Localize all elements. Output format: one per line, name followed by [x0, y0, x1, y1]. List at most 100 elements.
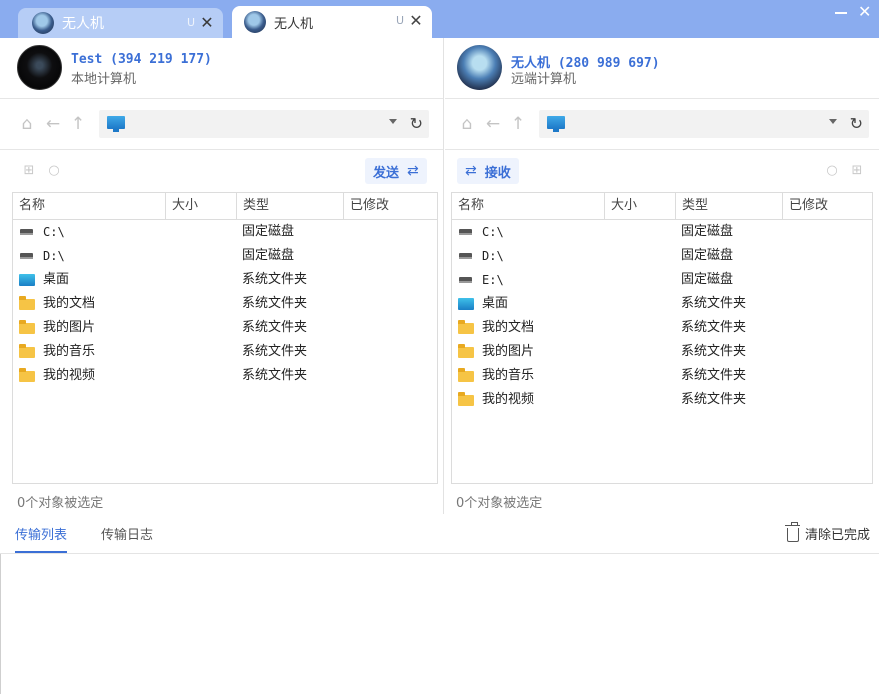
receive-button[interactable]: ⇄ 接收: [457, 158, 519, 184]
file-type: 固定磁盘: [242, 224, 295, 239]
file-name: 桌面: [43, 272, 70, 287]
file-row[interactable]: C:\ 固定磁盘: [452, 220, 872, 244]
file-type: 系统文件夹: [681, 296, 747, 311]
file-row[interactable]: 我的图片 系统文件夹: [452, 340, 872, 364]
file-name: 我的音乐: [43, 344, 96, 359]
file-row[interactable]: C:\ 固定磁盘: [13, 220, 437, 244]
tab-title: 无人机: [274, 16, 314, 32]
chevron-down-icon[interactable]: [829, 119, 837, 124]
send-button-label: 发送: [373, 165, 400, 181]
file-type: 系统文件夹: [681, 344, 747, 359]
file-type: 系统文件夹: [242, 368, 308, 383]
back-arrow-icon[interactable]: ←: [44, 115, 62, 133]
folder-icon: [458, 344, 474, 358]
chevron-down-icon[interactable]: [389, 119, 397, 124]
tab-title: 无人机: [62, 16, 104, 32]
column-modified[interactable]: 已修改: [344, 193, 437, 219]
file-name: D:\: [43, 249, 65, 263]
trash-icon: [784, 521, 800, 542]
file-name: 我的图片: [43, 320, 96, 335]
column-type[interactable]: 类型: [676, 193, 783, 219]
up-arrow-icon[interactable]: ↑: [509, 115, 527, 133]
remote-host-bar: 无人机 (280 989 697) 远端计算机: [445, 38, 879, 99]
folder-icon: [458, 392, 474, 406]
tab-session-1[interactable]: 无人机 U ✕: [18, 8, 223, 38]
folder-icon: [19, 344, 35, 358]
remote-host-label: 远端计算机: [511, 72, 577, 87]
file-row[interactable]: 我的视频 系统文件夹: [13, 364, 437, 388]
local-host-bar: Test (394 219 177) 本地计算机: [0, 38, 443, 99]
computer-icon: [107, 116, 125, 132]
file-name: D:\: [482, 249, 504, 263]
tab-session-2[interactable]: 无人机 U ✕: [232, 6, 432, 38]
search-icon[interactable]: ○: [825, 164, 839, 178]
desktop-icon: [458, 298, 474, 310]
clear-completed-button[interactable]: 清除已完成: [784, 521, 870, 543]
up-arrow-icon[interactable]: ↑: [69, 115, 87, 133]
file-row[interactable]: 我的文档 系统文件夹: [13, 292, 437, 316]
column-name[interactable]: 名称: [452, 193, 605, 219]
tab-transfer-list[interactable]: 传输列表: [15, 524, 68, 553]
file-name: 我的视频: [43, 368, 96, 383]
column-name[interactable]: 名称: [13, 193, 166, 219]
column-size[interactable]: 大小: [605, 193, 676, 219]
close-icon[interactable]: ✕: [408, 11, 424, 31]
remote-navbar: ⌂ ← ↑ ↻: [445, 99, 879, 150]
file-row[interactable]: 我的文档 系统文件夹: [452, 316, 872, 340]
new-folder-icon[interactable]: ⊞: [850, 164, 864, 178]
path-dropdown[interactable]: ↻: [99, 110, 429, 138]
file-row[interactable]: 我的视频 系统文件夹: [452, 388, 872, 412]
transfer-arrows-icon: ⇄: [465, 163, 477, 179]
transfer-tabs: 传输列表 传输日志 清除已完成: [0, 514, 879, 554]
local-action-bar: ⊞ ○ 发送 ⇄: [0, 150, 443, 192]
remote-panel: 无人机 (280 989 697) 远端计算机 ⌂ ← ↑ ↻ ⇄ 接收 ○ ⊞…: [445, 38, 879, 514]
local-status: 0个对象被选定: [17, 496, 104, 511]
file-type: 固定磁盘: [681, 224, 734, 239]
minimize-icon[interactable]: [834, 4, 848, 20]
send-button[interactable]: 发送 ⇄: [365, 158, 427, 184]
close-icon[interactable]: ✕: [199, 13, 215, 33]
file-row[interactable]: E:\ 固定磁盘: [452, 268, 872, 292]
tab-transfer-log[interactable]: 传输日志: [101, 524, 153, 551]
receive-button-label: 接收: [484, 165, 511, 181]
tab-avatar: [244, 11, 266, 33]
drive-icon: [459, 229, 472, 235]
file-row[interactable]: 桌面 系统文件夹: [452, 292, 872, 316]
drive-icon: [459, 277, 472, 283]
file-type: 固定磁盘: [681, 272, 734, 287]
computer-icon: [547, 116, 565, 132]
file-name: 我的视频: [482, 392, 535, 407]
title-bar: 无人机 U ✕ 无人机 U ✕ ✕: [0, 0, 879, 38]
file-type: 系统文件夹: [242, 296, 308, 311]
path-dropdown[interactable]: ↻: [539, 110, 869, 138]
file-list-header: 名称 大小 类型 已修改: [452, 193, 872, 220]
avatar: [457, 45, 502, 90]
file-name: C:\: [482, 225, 504, 239]
file-row[interactable]: D:\ 固定磁盘: [13, 244, 437, 268]
file-row[interactable]: 桌面 系统文件夹: [13, 268, 437, 292]
refresh-icon[interactable]: ↻: [410, 114, 423, 133]
drive-icon: [20, 253, 33, 259]
window-edge: [0, 554, 1, 694]
file-name: 我的图片: [482, 344, 535, 359]
file-row[interactable]: 我的音乐 系统文件夹: [452, 364, 872, 388]
column-modified[interactable]: 已修改: [783, 193, 872, 219]
desktop-icon: [19, 274, 35, 286]
local-panel: Test (394 219 177) 本地计算机 ⌂ ← ↑ ↻ ⊞ ○ 发送 …: [0, 38, 444, 514]
file-type: 系统文件夹: [242, 320, 308, 335]
home-icon[interactable]: ⌂: [458, 115, 476, 133]
back-arrow-icon[interactable]: ←: [484, 115, 502, 133]
new-folder-icon[interactable]: ⊞: [22, 164, 36, 178]
file-row[interactable]: 我的音乐 系统文件夹: [13, 340, 437, 364]
window-close-icon[interactable]: ✕: [858, 2, 871, 22]
file-name: 桌面: [482, 296, 509, 311]
column-type[interactable]: 类型: [237, 193, 344, 219]
column-size[interactable]: 大小: [166, 193, 237, 219]
file-row[interactable]: 我的图片 系统文件夹: [13, 316, 437, 340]
refresh-icon[interactable]: ↻: [850, 114, 863, 133]
home-icon[interactable]: ⌂: [18, 115, 36, 133]
search-icon[interactable]: ○: [47, 164, 61, 178]
drive-icon: [459, 253, 472, 259]
file-row[interactable]: D:\ 固定磁盘: [452, 244, 872, 268]
file-list-header: 名称 大小 类型 已修改: [13, 193, 437, 220]
